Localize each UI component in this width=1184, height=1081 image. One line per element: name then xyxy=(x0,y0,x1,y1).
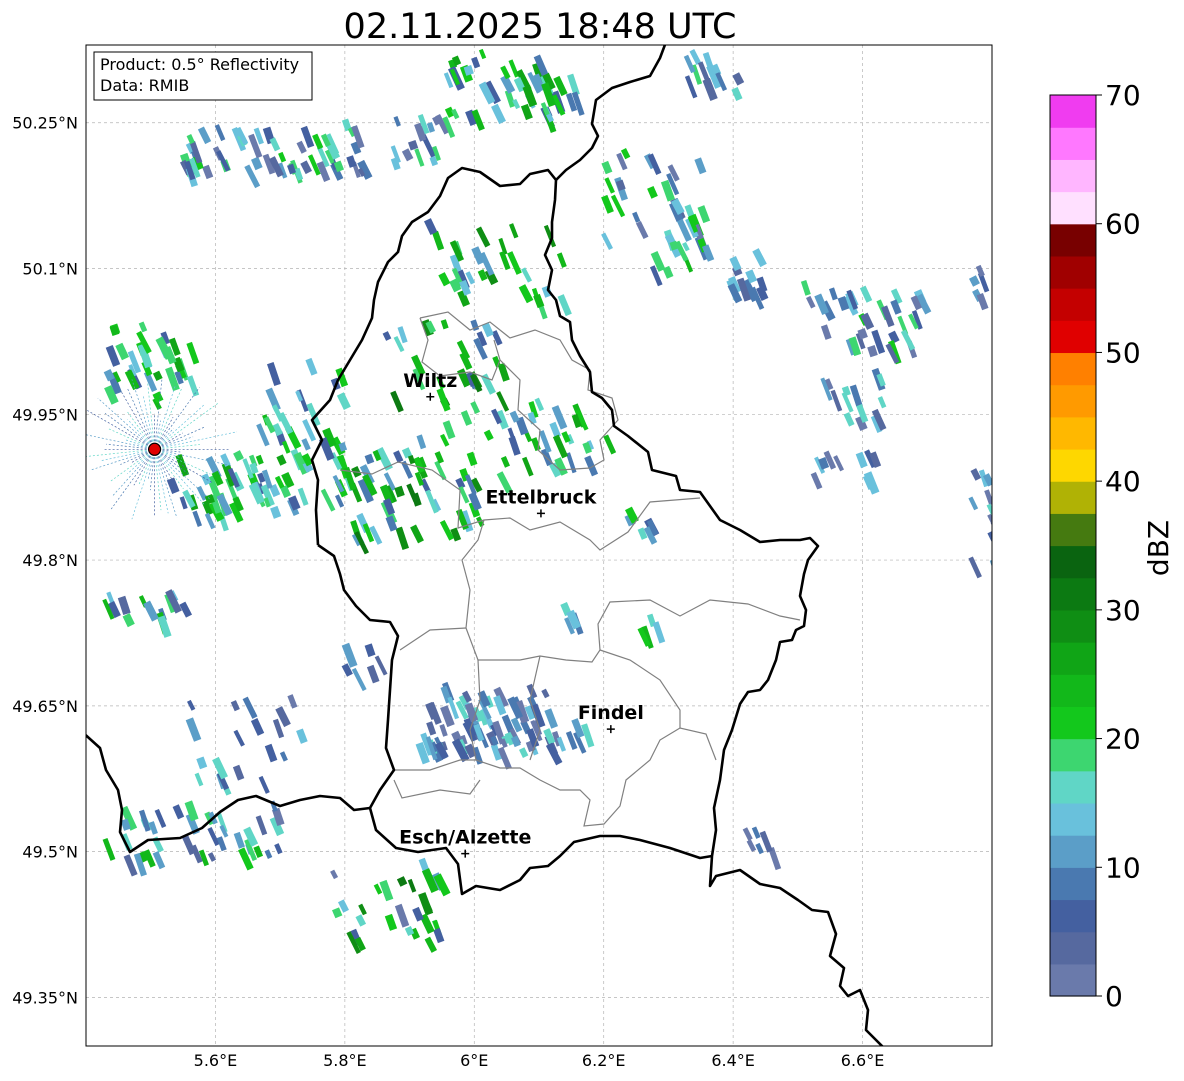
colorbar-segment xyxy=(1050,416,1096,450)
colorbar-segment xyxy=(1050,384,1096,418)
lat-tick-label: 49.65°N xyxy=(12,697,78,716)
colorbar-segment xyxy=(1050,127,1096,160)
lon-tick-label: 6°E xyxy=(460,1051,488,1070)
echo-cell xyxy=(990,520,992,544)
colorbar-segment xyxy=(1050,674,1096,707)
colorbar-segment xyxy=(1050,802,1096,836)
colorbar: 0 10 20 30 40 50 60 70 xyxy=(1049,79,1141,1013)
colorbar-segment xyxy=(1050,159,1096,193)
lon-tick-label: 6.4°E xyxy=(711,1051,755,1070)
city-label: Esch/Alzette xyxy=(399,827,531,849)
lat-tick-label: 49.95°N xyxy=(12,405,78,424)
map-background xyxy=(86,45,992,1046)
colorbar-segment xyxy=(1050,191,1096,225)
colorbar-segment xyxy=(1050,609,1096,643)
lat-tick-label: 49.5°N xyxy=(22,843,78,862)
lat-tick-label: 49.35°N xyxy=(12,988,78,1007)
radar-site-dot xyxy=(147,442,162,456)
colorbar-segment xyxy=(1050,255,1096,289)
colorbar-segment xyxy=(1050,513,1096,547)
lat-tick-label: 49.8°N xyxy=(22,551,78,570)
colorbar-segment xyxy=(1050,867,1096,901)
info-box-product: Product: 0.5° Reflectivity xyxy=(100,55,299,74)
colorbar-tick-label: 0 xyxy=(1105,980,1123,1013)
city-label: Ettelbruck xyxy=(485,486,596,508)
colorbar-segment xyxy=(1050,288,1096,321)
colorbar-segment xyxy=(1050,577,1096,611)
colorbar-tick-label: 40 xyxy=(1105,465,1141,498)
echo-cell xyxy=(992,272,1004,290)
lat-tick-label: 50.25°N xyxy=(12,114,78,133)
colorbar-segment xyxy=(1050,899,1096,933)
colorbar-segment xyxy=(1050,770,1096,804)
radar-site-marker xyxy=(147,442,162,456)
lon-tick-label: 6.6°E xyxy=(841,1051,885,1070)
colorbar-segment xyxy=(1050,481,1096,514)
radar-map-figure: 02.11.2025 18:48 UTC WiltzEttelbruckFind… xyxy=(12,7,1175,1070)
colorbar-tick-label: 30 xyxy=(1105,594,1141,627)
colorbar-tick-label: 70 xyxy=(1105,79,1141,112)
echo-cell xyxy=(997,482,1010,500)
colorbar-segment xyxy=(1050,931,1096,965)
colorbar-segment xyxy=(1050,963,1096,997)
colorbar-segment xyxy=(1050,545,1096,579)
colorbar-segment xyxy=(1050,706,1096,740)
city-label: Wiltz xyxy=(403,370,457,392)
colorbar-segment xyxy=(1050,320,1096,354)
map-title: 02.11.2025 18:48 UTC xyxy=(344,7,737,47)
lon-tick-label: 5.6°E xyxy=(194,1051,238,1070)
map-panel: Wiltz Ettelbruck Findel Esch/Alzette Produc… xyxy=(85,44,1010,1047)
colorbar-segment xyxy=(1050,352,1096,386)
colorbar-tick-label: 50 xyxy=(1105,336,1141,369)
info-box-data: Data: RMIB xyxy=(100,76,189,95)
colorbar-tick-label: 60 xyxy=(1105,208,1141,241)
colorbar-segment xyxy=(1050,642,1096,675)
info-box: Product: 0.5° Reflectivity Data: RMIB xyxy=(93,51,313,101)
city-label: Findel xyxy=(578,702,644,724)
colorbar-segment xyxy=(1050,835,1096,868)
colorbar-segment xyxy=(1050,448,1096,482)
echo-cell xyxy=(994,557,1004,568)
lon-tick-label: 5.8°E xyxy=(323,1051,367,1070)
colorbar-segment xyxy=(1050,738,1096,772)
colorbar-segment xyxy=(1050,223,1096,257)
colorbar-segment xyxy=(1050,95,1096,128)
colorbar-tick-label: 20 xyxy=(1105,723,1141,756)
colorbar-label: dBZ xyxy=(1142,520,1175,576)
lat-tick-label: 50.1°N xyxy=(22,260,78,279)
lon-tick-label: 6.2°E xyxy=(582,1051,626,1070)
colorbar-tick-label: 10 xyxy=(1105,851,1141,884)
